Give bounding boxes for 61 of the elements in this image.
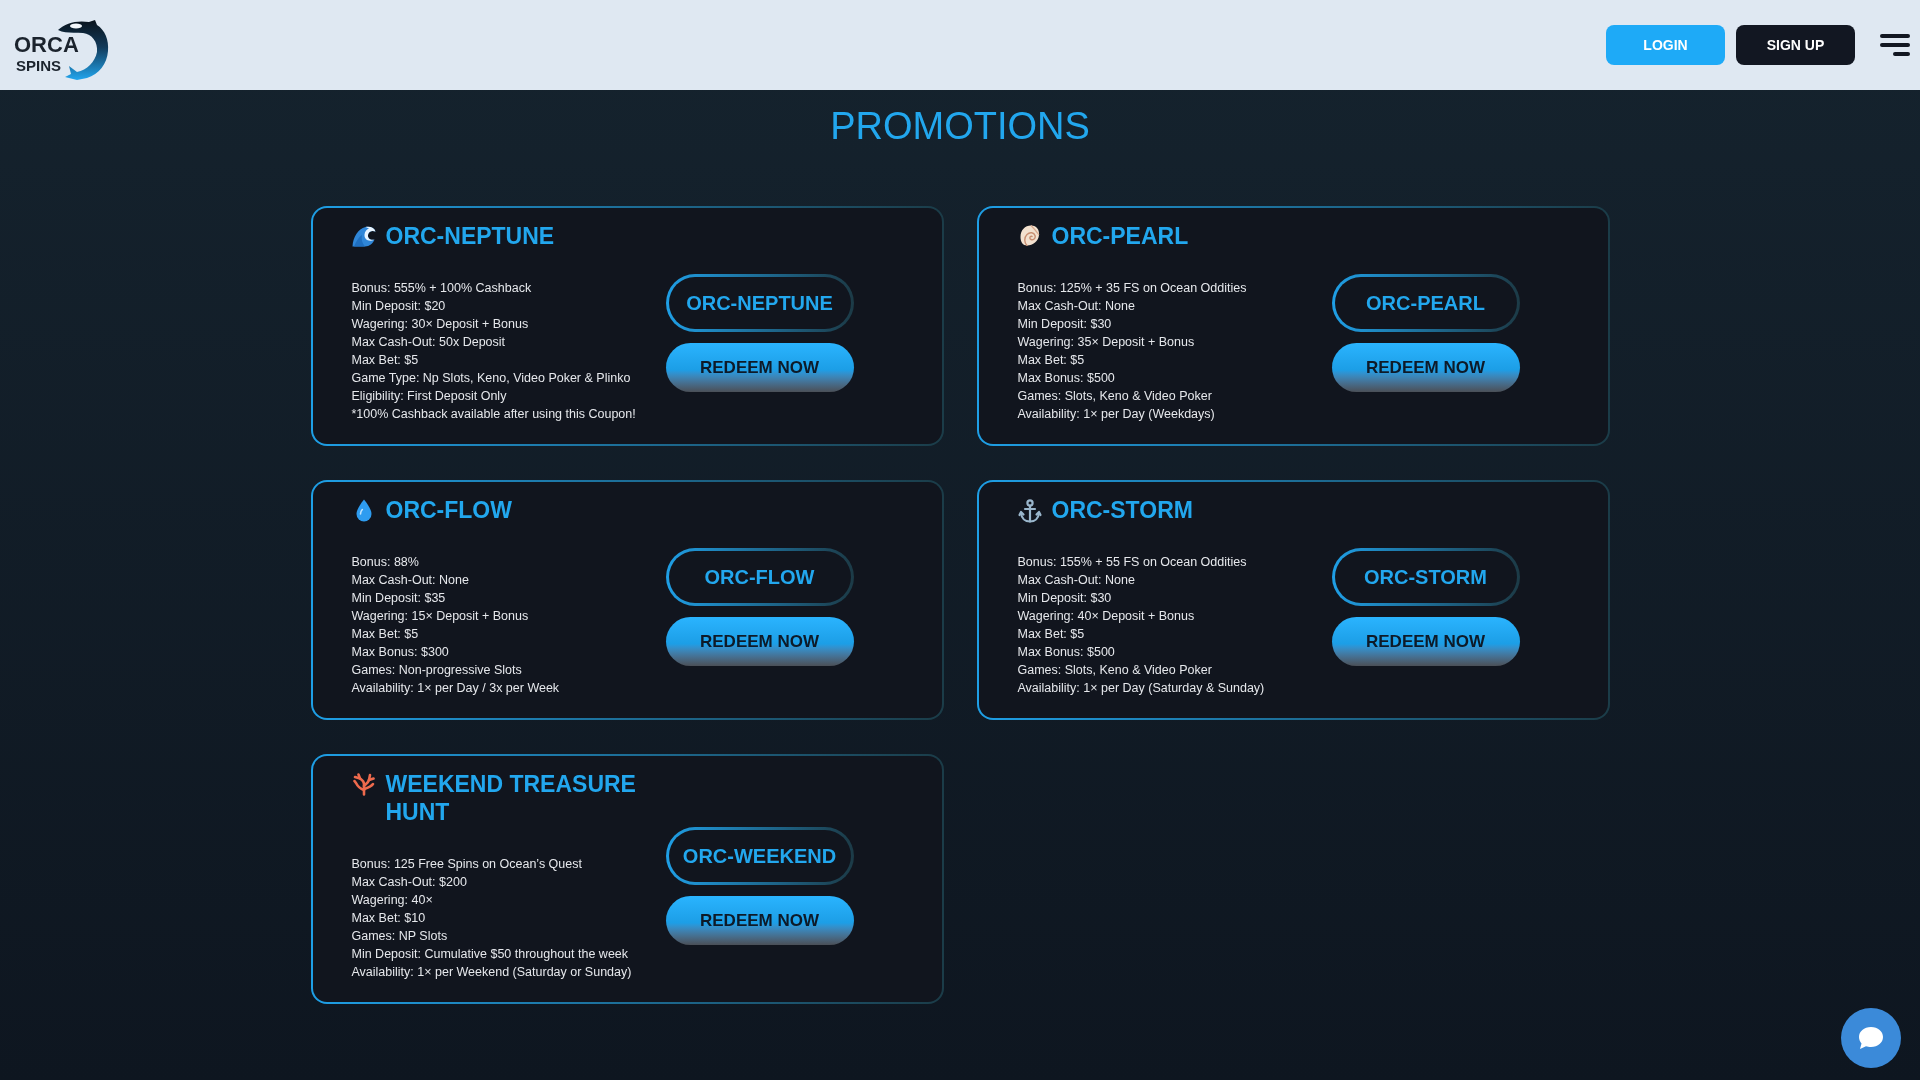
promo-detail: Bonus: 88%	[351, 554, 419, 571]
redeem-button[interactable]: REDEEM NOW	[665, 896, 854, 945]
promo-detail: Min Deposit: $20	[351, 298, 446, 315]
promo-detail: *100% Cashback available after using this Coupon!	[351, 406, 636, 423]
promo-detail: Wagering: 35× Deposit + Bonus	[1017, 334, 1195, 351]
promo-detail: Max Cash-Out: 50x Deposit	[351, 334, 506, 351]
promo-detail: Min Deposit: Cumulative $50 throughout the week	[351, 946, 629, 963]
promo-detail: Max Bet: $5	[351, 626, 419, 643]
promo-detail: Bonus: 555% + 100% Cashback	[351, 280, 532, 297]
redeem-button[interactable]: REDEEM NOW	[665, 617, 854, 666]
menu-icon[interactable]	[1880, 34, 1910, 56]
chat-bubble-icon	[1858, 1026, 1884, 1050]
coral-icon	[352, 773, 375, 796]
promo-detail: Bonus: 125 Free Spins on Ocean’s Quest	[351, 856, 582, 873]
promo-detail: Game Type: Np Slots, Keno, Video Poker & Plinko	[351, 370, 631, 387]
promo-detail: Max Bet: $5	[1017, 352, 1085, 369]
promo-detail: Bonus: 155% + 55 FS on Ocean Oddities	[1017, 554, 1247, 571]
promo-title: ORC-PEARL	[1051, 222, 1190, 250]
promo-detail: Games: Slots, Keno & Video Poker	[1017, 388, 1212, 405]
promo-detail: Wagering: 40×	[351, 892, 433, 909]
promo-detail: Max Bonus: $300	[351, 644, 449, 661]
promo-detail: Wagering: 40× Deposit + Bonus	[1017, 608, 1195, 625]
promo-detail: Availability: 1× per Day (Saturday & Sunday)	[1017, 680, 1265, 697]
promo-detail: Availability: 1× per Weekend (Saturday or Sunday)	[351, 964, 632, 981]
promo-detail: Games: NP Slots	[351, 928, 448, 945]
droplet-icon	[355, 499, 372, 522]
promo-title: ORC-FLOW	[385, 496, 513, 524]
promo-detail: Wagering: 30× Deposit + Bonus	[351, 316, 529, 333]
redeem-button[interactable]: REDEEM NOW	[665, 343, 854, 392]
promo-detail: Games: Non-progressive Slots	[351, 662, 522, 679]
promo-title: ORC-STORM	[1051, 496, 1194, 524]
promo-detail: Min Deposit: $30	[1017, 590, 1112, 607]
wave-icon	[351, 225, 376, 247]
promo-detail: Max Cash-Out: None	[1017, 572, 1135, 589]
promo-detail: Wagering: 15× Deposit + Bonus	[351, 608, 529, 625]
promo-title: ORC-NEPTUNE	[385, 222, 556, 250]
promo-detail: Max Cash-Out: None	[351, 572, 469, 589]
promo-detail: Availability: 1× per Day / 3x per Week	[351, 680, 560, 697]
redeem-button[interactable]: REDEEM NOW	[1331, 343, 1520, 392]
anchor-icon	[1017, 499, 1042, 523]
promo-detail: Max Bet: $5	[1017, 626, 1085, 643]
promo-detail: Max Cash-Out: None	[1017, 298, 1135, 315]
promo-detail: Min Deposit: $30	[1017, 316, 1112, 333]
promo-detail: Availability: 1× per Day (Weekdays)	[1017, 406, 1215, 423]
redeem-button[interactable]: REDEEM NOW	[1331, 617, 1520, 666]
promo-detail: Max Cash-Out: $200	[351, 874, 467, 891]
signup-button[interactable]: SIGN UP	[1736, 25, 1855, 65]
promo-detail: Eligibility: First Deposit Only	[351, 388, 507, 405]
promo-detail: Games: Slots, Keno & Video Poker	[1017, 662, 1212, 679]
promo-detail: Max Bet: $10	[351, 910, 426, 927]
promo-title: WEEKEND TREASURE HUNT	[385, 770, 637, 826]
promo-detail: Max Bonus: $500	[1017, 370, 1115, 387]
page-title: PROMOTIONS	[830, 104, 1090, 148]
promo-detail: Min Deposit: $35	[351, 590, 446, 607]
promo-detail: Bonus: 125% + 35 FS on Ocean Oddities	[1017, 280, 1247, 297]
promo-detail: Max Bonus: $500	[1017, 644, 1115, 661]
logo-subtitle: SPINS	[16, 58, 61, 73]
chat-button[interactable]	[1841, 1008, 1901, 1068]
shell-icon	[1019, 225, 1040, 246]
logo-title: ORCA	[14, 34, 79, 56]
promo-detail: Max Bet: $5	[351, 352, 419, 369]
